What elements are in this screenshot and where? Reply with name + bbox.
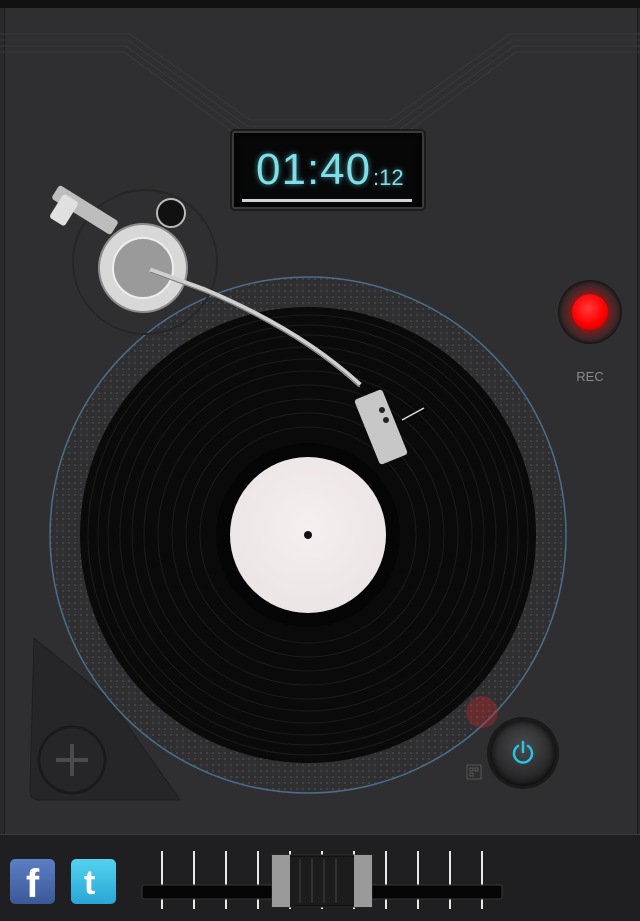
grid-icon[interactable] (466, 764, 482, 780)
strobe-glow (466, 696, 498, 728)
bottom-toolbar: f t (0, 834, 640, 921)
crossfader-slider[interactable] (140, 847, 504, 913)
power-icon (512, 740, 534, 764)
twitter-bird-glyph: t (84, 864, 95, 902)
turntable-graphics (29, 185, 567, 801)
record-label: REC (576, 369, 604, 384)
record-button[interactable] (558, 280, 622, 344)
crossfader-knob[interactable] (271, 854, 373, 908)
add-track-button[interactable] (36, 724, 108, 796)
power-button[interactable] (490, 720, 556, 786)
turntable-app: 01:40 :12 REC f t (0, 0, 640, 921)
facebook-icon[interactable]: f (10, 859, 55, 906)
twitter-icon[interactable]: t (71, 859, 116, 904)
record-light (572, 294, 608, 330)
twitter-glyph: t (84, 864, 95, 902)
vinyl-record-icon[interactable] (80, 307, 536, 763)
